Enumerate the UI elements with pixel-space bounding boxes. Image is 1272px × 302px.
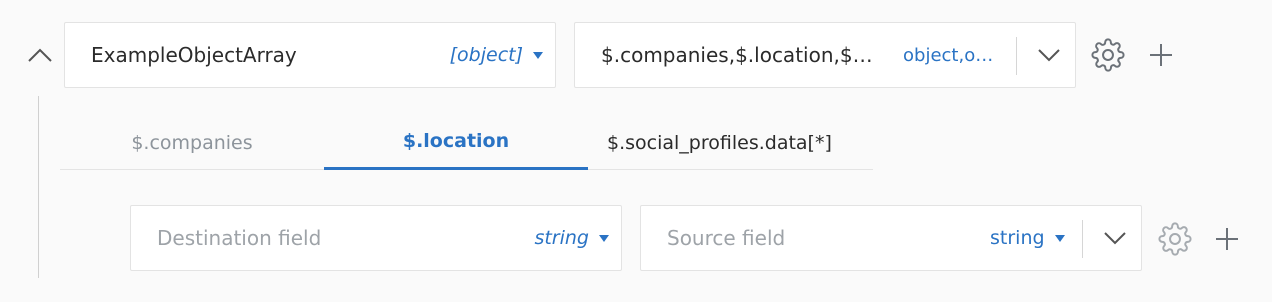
gear-icon	[1091, 38, 1125, 72]
child-add-field-button[interactable]	[1210, 222, 1244, 256]
tab-location[interactable]: $.location	[324, 115, 588, 170]
destination-type-label: [object]	[449, 44, 523, 66]
gear-icon	[1158, 222, 1192, 256]
caret-down-icon	[599, 234, 609, 242]
chevron-up-icon	[28, 48, 52, 62]
source-path-tabs: $.companies $.location $.social_profiles…	[60, 115, 873, 170]
child-destination-type-label: string	[534, 227, 589, 249]
caret-down-icon	[1054, 234, 1065, 242]
source-dropdown-button[interactable]	[1021, 23, 1076, 87]
caret-down-icon	[533, 51, 543, 59]
source-field[interactable]: $.companies,$.location,$… object,o…	[574, 22, 1076, 88]
collapse-toggle-button[interactable]	[25, 40, 55, 70]
tab-label: $.companies	[131, 131, 253, 154]
plus-icon	[1216, 228, 1238, 250]
child-destination-field[interactable]: Destination field string	[130, 205, 622, 271]
child-source-type-selector[interactable]: string	[990, 227, 1065, 249]
destination-field[interactable]: ExampleObjectArray [object]	[64, 22, 556, 88]
tab-social-profiles-data[interactable]: $.social_profiles.data[*]	[588, 115, 873, 170]
field-divider	[1082, 220, 1083, 258]
source-field-value: $.companies,$.location,$…	[601, 43, 873, 67]
plus-icon	[1150, 44, 1172, 66]
tab-label: $.location	[402, 130, 510, 152]
settings-button[interactable]	[1088, 36, 1128, 74]
child-settings-button[interactable]	[1155, 220, 1195, 258]
chevron-down-icon	[1103, 232, 1126, 245]
chevron-down-icon	[1037, 49, 1060, 62]
tab-companies[interactable]: $.companies	[60, 115, 324, 170]
child-destination-type-selector[interactable]: string	[534, 227, 609, 249]
tree-connector-line	[38, 96, 39, 278]
destination-field-name: ExampleObjectArray	[91, 43, 297, 67]
child-source-dropdown-button[interactable]	[1087, 206, 1142, 270]
child-source-field[interactable]: Source field string	[640, 205, 1142, 271]
source-type-label: object,o…	[903, 44, 994, 66]
child-source-type-label: string	[990, 227, 1045, 249]
child-source-placeholder: Source field	[667, 226, 786, 250]
tab-label: $.social_profiles.data[*]	[607, 131, 832, 154]
field-divider	[1016, 37, 1017, 75]
destination-type-selector[interactable]: [object]	[450, 44, 543, 66]
child-destination-placeholder: Destination field	[157, 226, 322, 250]
add-field-button[interactable]	[1144, 38, 1178, 72]
